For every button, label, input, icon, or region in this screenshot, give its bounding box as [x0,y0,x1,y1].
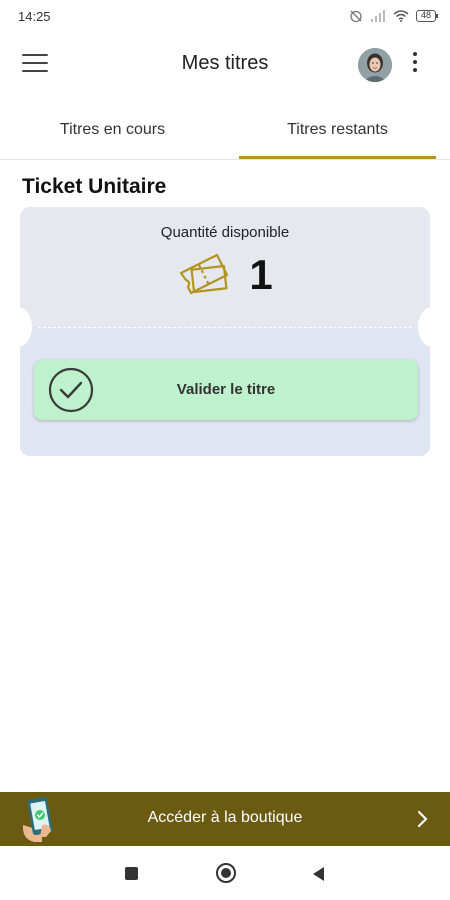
tab-titres-en-cours[interactable]: Titres en cours [0,100,225,159]
tab-titres-restants[interactable]: Titres restants [225,100,450,159]
shop-banner[interactable]: Accéder à la boutique [0,792,450,846]
battery-indicator: 48 [415,10,439,22]
home-button[interactable] [216,863,236,883]
section-title: Ticket Unitaire [22,175,167,198]
quantity-label: Quantité disponible [160,224,290,241]
ticket-perforation [38,327,412,328]
chevron-right-icon [417,810,428,828]
validate-ticket-button[interactable]: Valider le titre [34,360,418,420]
ticket-card: Quantité disponible 1 Valider le titre [4,207,446,456]
quantity-value: 1 [249,251,273,298]
status-time: 14:25 [18,8,51,24]
signal-icon [370,10,385,22]
ticket-icon [180,253,229,295]
avatar[interactable] [358,48,392,82]
validate-button-label: Valider le titre [176,381,276,398]
shop-banner-label: Accéder à la boutique [147,809,303,826]
app-bar: Mes titres [0,32,450,100]
ticket-top: Quantité disponible 1 [20,207,430,327]
active-tab-indicator [239,156,436,159]
ticket-notch-left [4,307,32,347]
more-vertical-icon[interactable] [408,52,422,78]
status-icons: 48 [349,9,439,23]
tab-label: Titres restants [287,120,388,138]
alarm-off-icon [350,10,362,23]
system-nav-bar [0,846,450,900]
status-bar: 14:25 48 [0,0,450,32]
ticket-notch-right [418,307,446,347]
wifi-icon [393,10,409,22]
back-icon[interactable] [311,866,325,882]
recent-apps-button[interactable] [125,867,138,880]
quantity-row: 1 [20,251,430,299]
tab-label: Titres en cours [59,120,166,138]
tab-bar: Titres en cours Titres restants [0,100,450,160]
